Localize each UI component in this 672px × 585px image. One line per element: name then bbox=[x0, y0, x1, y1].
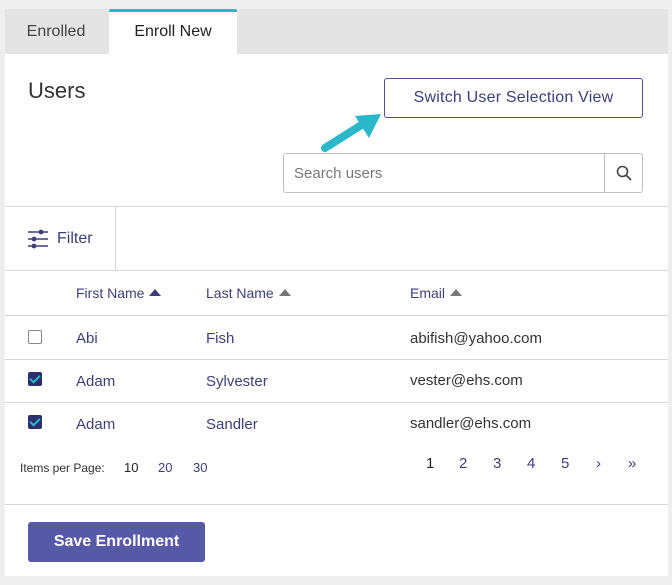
page-4[interactable]: 4 bbox=[527, 455, 535, 472]
sort-ascending-icon bbox=[149, 289, 162, 296]
column-header-first-name[interactable]: First Name bbox=[76, 285, 162, 301]
table-row: Adam Sandler sandler@ehs.com bbox=[5, 403, 668, 446]
last-name-cell[interactable]: Sandler bbox=[206, 416, 258, 433]
next-page-icon[interactable]: › bbox=[596, 455, 601, 472]
column-header-label: First Name bbox=[76, 285, 145, 301]
row-checkbox[interactable] bbox=[28, 372, 42, 386]
page-5[interactable]: 5 bbox=[561, 455, 569, 472]
switch-user-selection-view-button[interactable]: Switch User Selection View bbox=[384, 78, 643, 118]
filter-button[interactable]: Filter bbox=[5, 207, 116, 270]
sliders-icon bbox=[28, 229, 48, 248]
search-button[interactable] bbox=[604, 154, 642, 192]
items-per-page-label: Items per Page: bbox=[20, 461, 105, 475]
page-size-30[interactable]: 30 bbox=[193, 460, 207, 475]
tab-bar: Enrolled Enroll New bbox=[5, 9, 668, 54]
row-checkbox[interactable] bbox=[28, 415, 42, 429]
column-header-label: Email bbox=[410, 285, 446, 301]
last-page-icon[interactable]: » bbox=[628, 455, 636, 472]
search-icon bbox=[616, 165, 631, 181]
search-box bbox=[283, 153, 643, 193]
table-row: Abi Fish abifish@yahoo.com bbox=[5, 316, 668, 359]
divider bbox=[5, 504, 668, 505]
email-cell: sandler@ehs.com bbox=[410, 415, 532, 432]
email-cell: abifish@yahoo.com bbox=[410, 330, 542, 347]
sort-ascending-icon bbox=[278, 289, 291, 296]
save-enrollment-button[interactable]: Save Enrollment bbox=[28, 522, 205, 562]
column-header-label: Last Name bbox=[206, 285, 274, 301]
divider bbox=[5, 270, 668, 271]
email-cell: vester@ehs.com bbox=[410, 372, 523, 389]
column-header-last-name[interactable]: Last Name bbox=[206, 285, 291, 301]
row-checkbox[interactable] bbox=[28, 330, 42, 344]
last-name-cell[interactable]: Sylvester bbox=[206, 373, 268, 390]
page-1[interactable]: 1 bbox=[426, 455, 434, 472]
first-name-cell[interactable]: Adam bbox=[76, 373, 115, 390]
page-size-10[interactable]: 10 bbox=[124, 460, 138, 475]
column-header-email[interactable]: Email bbox=[410, 285, 463, 301]
sort-ascending-icon bbox=[450, 289, 463, 296]
first-name-cell[interactable]: Abi bbox=[76, 330, 98, 347]
search-input[interactable] bbox=[284, 154, 604, 192]
page-size-20[interactable]: 20 bbox=[158, 460, 172, 475]
page-2[interactable]: 2 bbox=[459, 455, 467, 472]
enroll-panel: Users Switch User Selection View Filter … bbox=[5, 54, 668, 576]
last-name-cell[interactable]: Fish bbox=[206, 330, 234, 347]
pointer-arrow-icon bbox=[321, 114, 381, 152]
table-row: Adam Sylvester vester@ehs.com bbox=[5, 360, 668, 403]
first-name-cell[interactable]: Adam bbox=[76, 416, 115, 433]
tab-enroll-new[interactable]: Enroll New bbox=[109, 9, 237, 54]
tab-enrolled[interactable]: Enrolled bbox=[5, 9, 107, 54]
page-title: Users bbox=[28, 78, 86, 103]
filter-label: Filter bbox=[57, 229, 93, 247]
page-3[interactable]: 3 bbox=[493, 455, 501, 472]
